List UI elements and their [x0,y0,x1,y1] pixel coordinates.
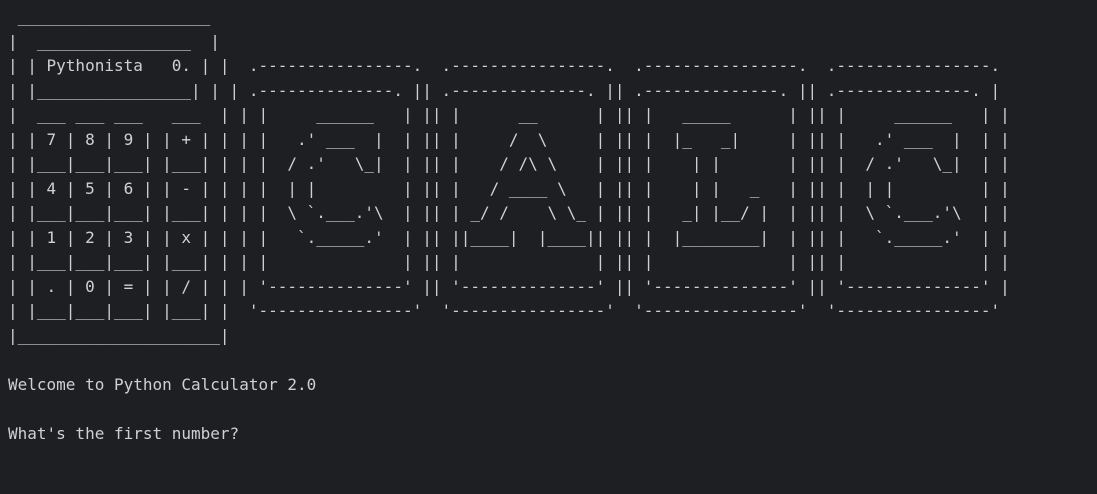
first-number-prompt[interactable]: What's the first number? [8,422,1010,447]
ascii-calculator-line: | |________________| | | .--------------… [8,80,1001,100]
ascii-calculator-line: | | 1 | 2 | 3 | | x | | | | `._____.' | … [8,227,1010,247]
ascii-calculator-line: | | Pythonista 0. | | .----------------.… [8,56,1001,75]
ascii-calculator-line: | |___|___|___| |___| | | | | || | | || … [8,252,1010,271]
terminal-window[interactable]: ____________________ | ________________ |… [0,0,1097,494]
terminal-output: ____________________ | ________________ |… [8,5,1010,446]
ascii-calculator-line: | | 7 | 8 | 9 | | + | | | | .' ___ | | |… [8,129,1010,149]
ascii-calculator-line: | ________________ | [8,31,220,51]
ascii-calculator-line: | |___|___|___| |___| | | | \ `.___.'\ |… [8,203,1010,222]
ascii-calculator-line: ____________________ [8,7,211,26]
ascii-calculator-line: |_____________________| [8,325,230,345]
ascii-calculator-line: | |___|___|___| |___| | '---------------… [8,301,1001,320]
ascii-calculator-line: | | . | 0 | = | | / | | | '-------------… [8,276,1010,296]
ascii-calculator-line: | |___|___|___| |___| | | | / .' \_| | |… [8,154,1010,173]
ascii-calculator-line: | | 4 | 5 | 6 | | - | | | | | | | || | /… [8,178,1010,198]
ascii-calculator-line: | ___ ___ ___ ___ | | | ______ | || | __… [8,105,1010,124]
welcome-message: Welcome to Python Calculator 2.0 [8,374,317,394]
